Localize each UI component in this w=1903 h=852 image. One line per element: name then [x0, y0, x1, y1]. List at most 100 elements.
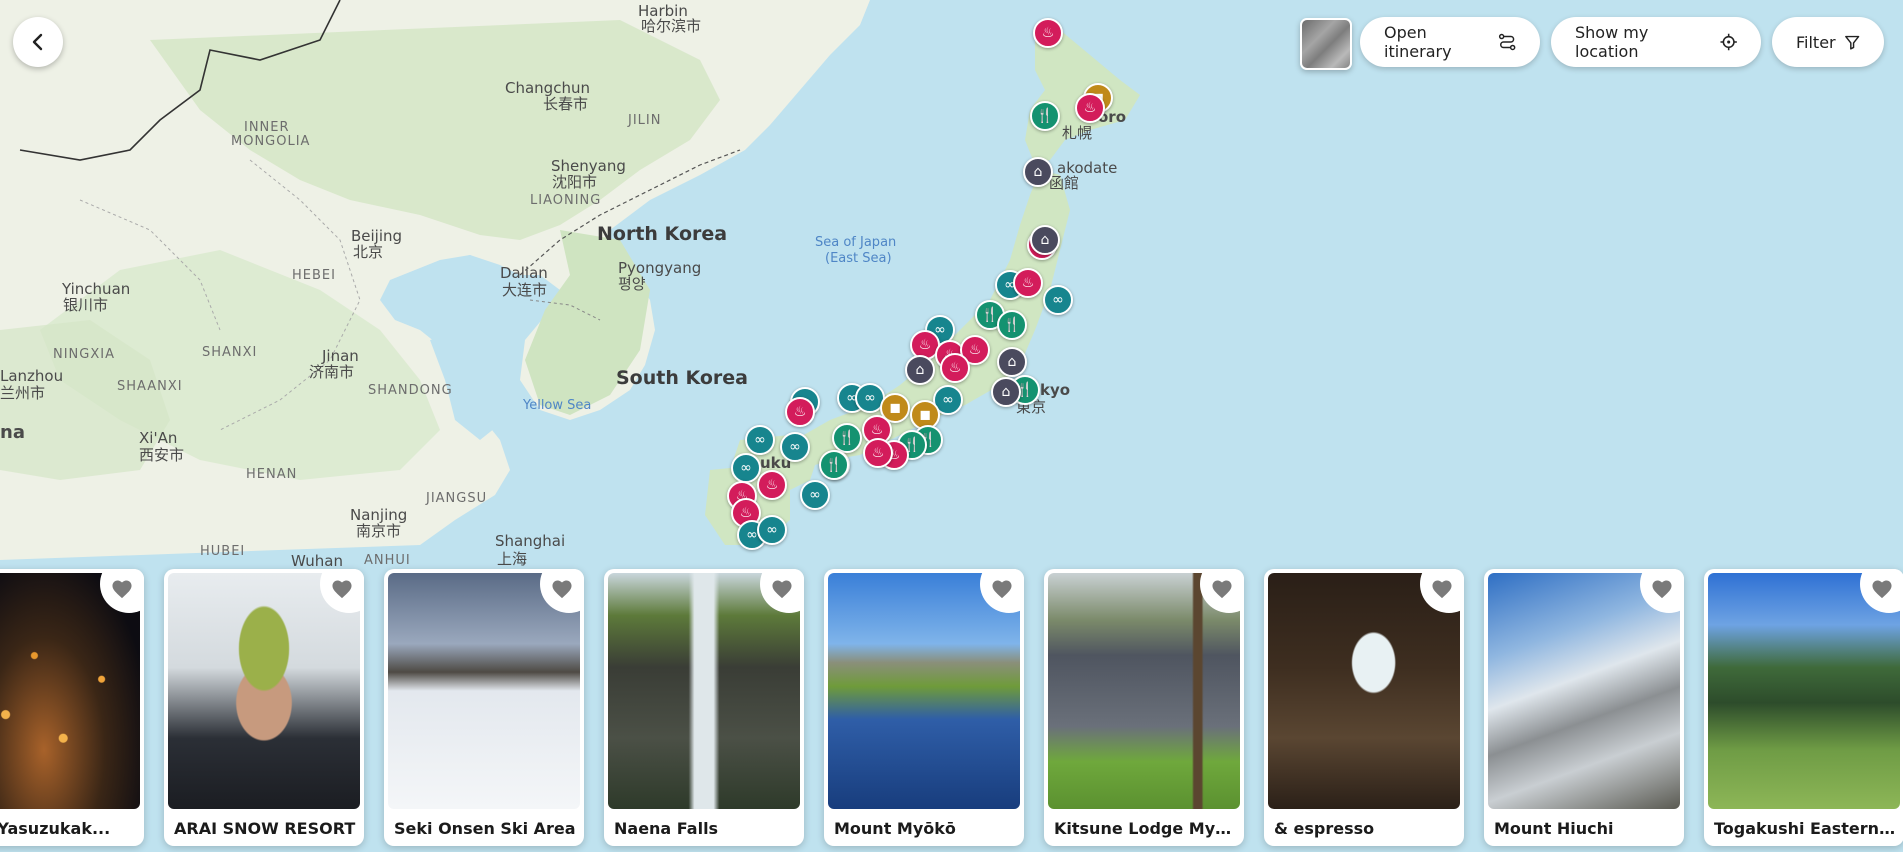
show-my-location-label: Show my location: [1575, 23, 1649, 61]
place-title: ARAI SNOW RESORT: [174, 819, 356, 838]
sight-map-pin[interactable]: ∞: [780, 432, 810, 462]
map-label-changchun-local: 长春市: [543, 95, 589, 113]
map-label-henan: HENAN: [246, 467, 298, 482]
sight-map-pin[interactable]: ∞: [731, 453, 761, 483]
place-photo: [1268, 573, 1460, 809]
place-card[interactable]: ARAI SNOW RESORT: [164, 569, 364, 846]
map-label-sapporo-local: 札幌: [1062, 124, 1093, 142]
funnel-icon: [1844, 35, 1859, 50]
map-label-hubei: HUBEI: [200, 544, 246, 559]
heart-icon: [1212, 580, 1232, 599]
map-label-beijing-local: 北京: [353, 243, 384, 261]
map-label-shandong: SHANDONG: [368, 383, 453, 398]
route-icon: [1498, 33, 1516, 51]
place-card[interactable]: Mount Myōkō: [824, 569, 1024, 846]
place-title: & espresso: [1274, 819, 1375, 838]
place-photo: [168, 573, 360, 809]
onsen-map-pin[interactable]: ♨: [1033, 18, 1063, 48]
show-my-location-button[interactable]: Show my location: [1551, 17, 1761, 67]
map-label-lanzhou: Lanzhou: [0, 367, 64, 385]
map-label-inner-mongolia-2: MONGOLIA: [231, 134, 311, 149]
map-label-yellow-sea: Yellow Sea: [523, 398, 592, 413]
map-label-xian: Xi'An: [139, 429, 178, 447]
map-label-nanjing-local: 南京市: [356, 522, 402, 540]
sight-map-pin[interactable]: ∞: [757, 515, 787, 545]
food-map-pin[interactable]: 🍴: [1030, 101, 1060, 131]
place-title: Naena Falls: [614, 819, 719, 838]
heart-icon: [332, 580, 352, 599]
sight-map-pin[interactable]: ∞: [745, 425, 775, 455]
map-label-jiangsu: JIANGSU: [426, 491, 488, 506]
place-card[interactable]: & espresso: [1264, 569, 1464, 846]
place-card[interactable]: Togakushi Eastern Ca...: [1704, 569, 1903, 846]
map-type-toggle[interactable]: [1300, 18, 1352, 70]
map-label-sea-of-japan-2: (East Sea): [825, 251, 892, 266]
place-photo: [828, 573, 1020, 809]
heart-icon: [552, 580, 572, 599]
sight-map-pin[interactable]: ∞: [800, 480, 830, 510]
open-itinerary-button[interactable]: Open itinerary: [1360, 17, 1540, 67]
map-label-wuhan: Wuhan: [291, 552, 344, 570]
hotel-map-pin[interactable]: ⌂: [991, 377, 1021, 407]
map-label-ningxia: NINGXIA: [53, 347, 115, 362]
map-label-cut-left: na: [0, 422, 25, 443]
map-label-shanghai-local: 上海: [497, 550, 528, 568]
heart-icon: [112, 580, 132, 599]
place-photo: [1708, 573, 1900, 809]
map-label-shenyang-local: 沈阳市: [552, 173, 598, 191]
hotel-map-pin[interactable]: ⌂: [1023, 157, 1053, 187]
onsen-map-pin[interactable]: ♨: [1013, 268, 1043, 298]
place-photo: [1488, 573, 1680, 809]
map-label-anhui: ANHUI: [364, 553, 411, 568]
crosshair-icon: [1720, 33, 1737, 51]
map-label-liaoning: LIAONING: [530, 193, 602, 208]
map-label-dalian-local: 大连市: [502, 281, 548, 299]
onsen-map-pin[interactable]: ♨: [863, 438, 893, 468]
heart-icon: [1872, 580, 1892, 599]
place-photo: [388, 573, 580, 809]
map-label-shanxi: SHANXI: [202, 345, 258, 360]
onsen-map-pin[interactable]: ♨: [940, 353, 970, 383]
place-title: Kitsune Lodge Myoko I...: [1054, 819, 1236, 838]
map-label-harbin-local: 哈尔滨市: [641, 17, 702, 35]
hotel-map-pin[interactable]: ⌂: [1030, 225, 1060, 255]
map-label-jinan-local: 济南市: [309, 363, 355, 381]
map-label-south-korea: South Korea: [616, 367, 749, 389]
sight-map-pin[interactable]: ∞: [1043, 285, 1073, 315]
onsen-map-pin[interactable]: ♨: [757, 470, 787, 500]
place-card[interactable]: ushi Yasuzukak...: [0, 569, 144, 846]
back-button[interactable]: [13, 17, 63, 67]
food-map-pin[interactable]: 🍴: [832, 423, 862, 453]
place-title: Togakushi Eastern Ca...: [1714, 819, 1896, 838]
map-label-north-korea: North Korea: [597, 223, 728, 245]
place-card[interactable]: Naena Falls: [604, 569, 804, 846]
map-label-jilin: JILIN: [628, 113, 662, 128]
place-photo: [1048, 573, 1240, 809]
onsen-map-pin[interactable]: ♨: [785, 397, 815, 427]
map-label-shaanxi: SHAANXI: [117, 379, 183, 394]
place-card[interactable]: Kitsune Lodge Myoko I...: [1044, 569, 1244, 846]
food-map-pin[interactable]: 🍴: [997, 310, 1027, 340]
map-label-dalian: Dalian: [500, 264, 548, 282]
place-card[interactable]: Mount Hiuchi: [1484, 569, 1684, 846]
filter-label: Filter: [1796, 32, 1836, 52]
map-label-hakodate-local: 函館: [1049, 174, 1080, 192]
hotel-map-pin[interactable]: ⌂: [905, 355, 935, 385]
place-title: Mount Myōkō: [834, 819, 956, 838]
onsen-map-pin[interactable]: ♨: [1075, 93, 1105, 123]
map-label-tokyo: kyo: [1040, 381, 1071, 399]
heart-icon: [1652, 580, 1672, 599]
map-label-xian-local: 西安市: [139, 446, 185, 464]
heart-icon: [1432, 580, 1452, 599]
food-map-pin[interactable]: 🍴: [819, 450, 849, 480]
open-itinerary-label: Open itinerary: [1384, 23, 1452, 61]
filter-button[interactable]: Filter: [1772, 17, 1884, 67]
hotel-map-pin[interactable]: ⌂: [997, 347, 1027, 377]
place-title: Seki Onsen Ski Area: [394, 819, 576, 838]
place-title: Mount Hiuchi: [1494, 819, 1614, 838]
place-card[interactable]: Seki Onsen Ski Area: [384, 569, 584, 846]
chevron-left-icon: [32, 33, 43, 51]
place-title: ushi Yasuzukak...: [0, 819, 111, 838]
heart-icon: [772, 580, 792, 599]
map-label-shanghai: Shanghai: [495, 532, 566, 550]
